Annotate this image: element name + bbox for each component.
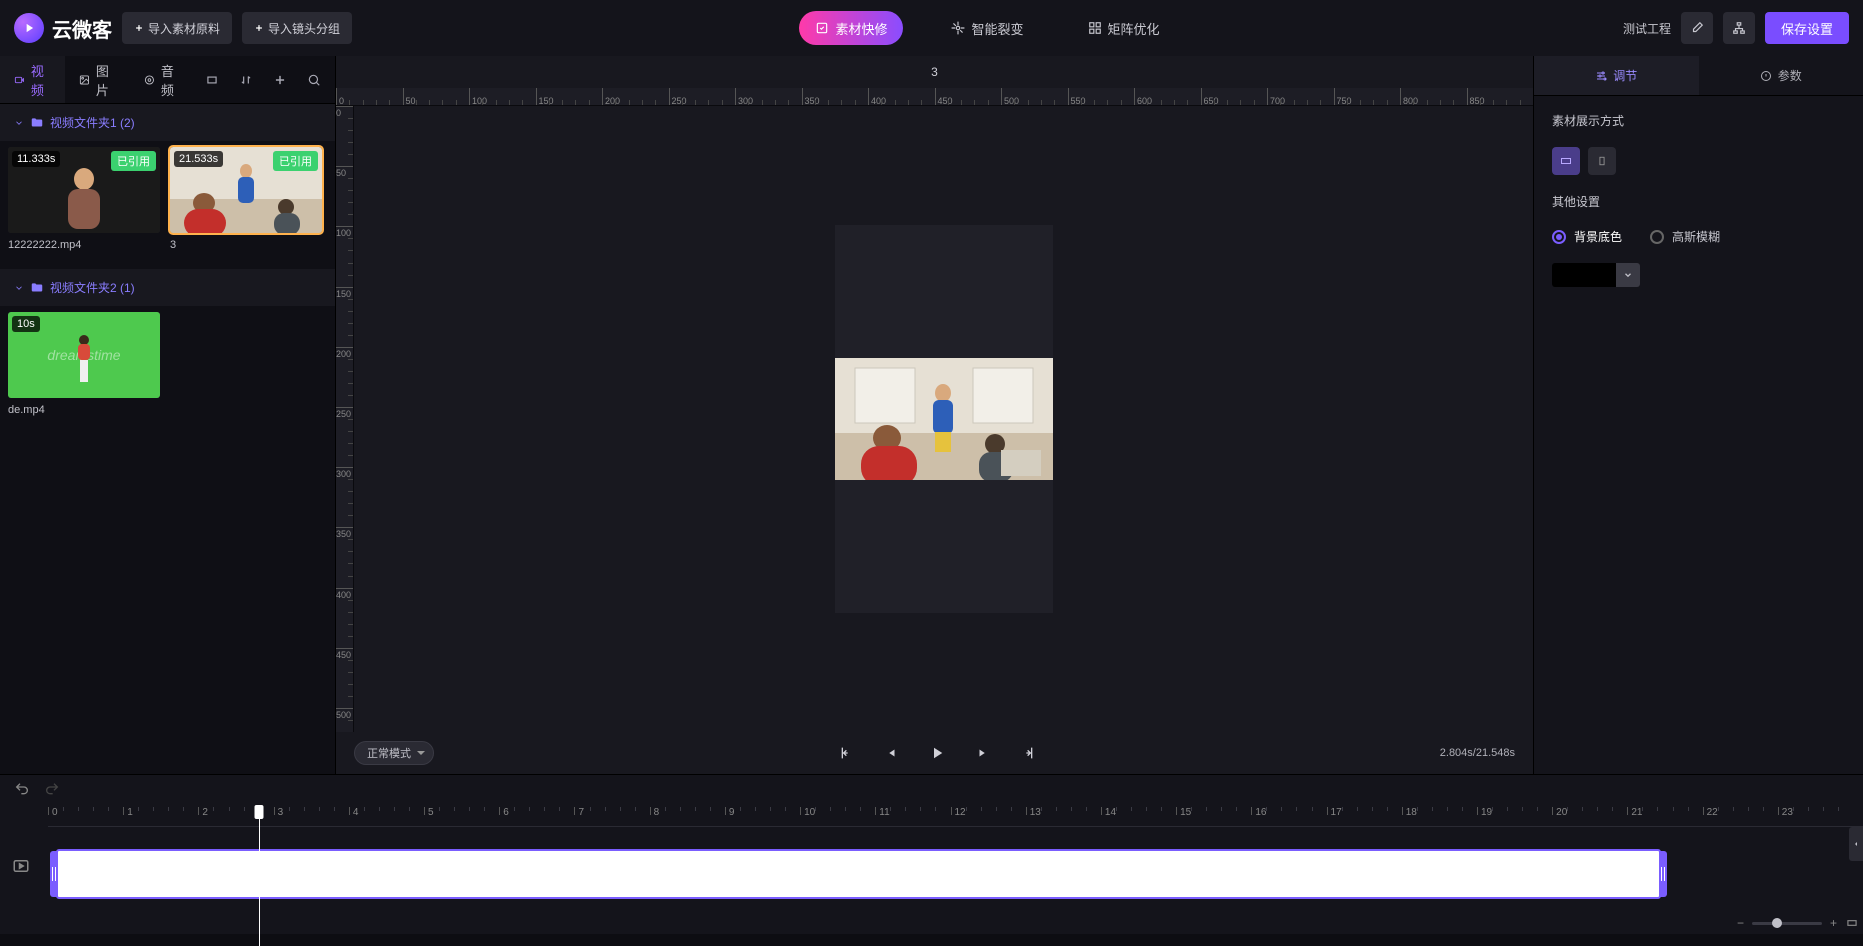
display-fill-option[interactable]: [1588, 147, 1616, 175]
import-material-button[interactable]: 导入素材原料: [122, 12, 232, 44]
canvas-controls: 正常模式 2.804s/21.548s: [336, 732, 1533, 774]
playhead[interactable]: [254, 805, 263, 819]
project-name: 测试工程: [1623, 20, 1671, 37]
duration-badge: 11.333s: [12, 151, 60, 167]
mode-quick-edit[interactable]: 素材快修: [799, 11, 903, 45]
zoom-out-button[interactable]: −: [1737, 916, 1744, 930]
redo-button[interactable]: [44, 781, 64, 801]
thumb-name: 3: [170, 239, 322, 251]
clip-handle-left[interactable]: [50, 851, 58, 897]
video-stage[interactable]: [835, 225, 1053, 613]
timeline-main[interactable]: 01234567891011121314151617181920212223: [48, 807, 1863, 934]
timeline-tracks[interactable]: [48, 827, 1863, 849]
duration-badge: 21.533s: [174, 151, 223, 167]
properties-panel: 调节 参数 素材展示方式 其他设置 背景底色: [1533, 56, 1863, 774]
edit-project-button[interactable]: [1681, 12, 1713, 44]
mode-smart-split[interactable]: 智能裂变: [935, 11, 1039, 45]
canvas-title: 3: [336, 56, 1533, 88]
save-button[interactable]: 保存设置: [1765, 12, 1849, 44]
sort-tool-button[interactable]: [231, 65, 261, 95]
duration-badge: 10s: [12, 316, 40, 332]
canvas-panel: 3 05010015020025030035040045050055060065…: [336, 56, 1533, 774]
asset-folder-header[interactable]: 视频文件夹2 (1): [0, 269, 335, 306]
asset-tabs: 视频 图片 音频: [0, 56, 335, 104]
asset-thumbs: 11.333s 已引用 12222222.mp4 21.533s 已引用 3: [0, 141, 335, 269]
canvas-area[interactable]: [354, 106, 1533, 732]
app-logo: 云微客: [14, 13, 112, 43]
timeline-body: 01234567891011121314151617181920212223 −…: [0, 807, 1863, 934]
timeline-ruler[interactable]: 01234567891011121314151617181920212223: [48, 807, 1863, 827]
radio-bg-color[interactable]: 背景底色: [1552, 228, 1622, 245]
tab-params[interactable]: 参数: [1699, 56, 1863, 95]
logo-mark-icon: [14, 13, 44, 43]
vertical-ruler[interactable]: 050100150200250300350400450500: [336, 106, 354, 732]
aspect-tool-button[interactable]: [197, 65, 227, 95]
thumb-name: de.mp4: [8, 404, 160, 416]
bg-color-picker[interactable]: [1552, 263, 1845, 287]
thumb-name: 12222222.mp4: [8, 239, 160, 251]
trim-in-button[interactable]: [836, 744, 854, 762]
bg-radio-group: 背景底色 高斯模糊: [1552, 228, 1845, 245]
zoom-fit-button[interactable]: [1845, 916, 1859, 930]
timeline-tools: [0, 775, 1863, 807]
add-tool-button[interactable]: [265, 65, 295, 95]
asset-thumb[interactable]: dreamstime10sde.mp4: [8, 312, 160, 416]
prev-frame-button[interactable]: [882, 744, 900, 762]
structure-button[interactable]: [1723, 12, 1755, 44]
search-tool-button[interactable]: [299, 65, 329, 95]
undo-button[interactable]: [14, 781, 34, 801]
timecode: 2.804s/21.548s: [1440, 747, 1515, 759]
mode-matrix-opt[interactable]: 矩阵优化: [1072, 11, 1176, 45]
display-mode-label: 素材展示方式: [1552, 112, 1845, 129]
track-header: [0, 807, 48, 934]
next-frame-button[interactable]: [974, 744, 992, 762]
trim-out-button[interactable]: [1020, 744, 1038, 762]
video-frame: [835, 358, 1053, 480]
zoom-slider[interactable]: [1752, 922, 1822, 925]
tab-video[interactable]: 视频: [0, 56, 65, 103]
timeline-collapse-button[interactable]: [1849, 827, 1863, 861]
radio-dot-icon: [1650, 230, 1664, 244]
horizontal-ruler[interactable]: 0501001502002503003504004505005506006507…: [336, 88, 1533, 106]
display-fit-option[interactable]: [1552, 147, 1580, 175]
asset-thumb[interactable]: 21.533s 已引用 3: [170, 147, 322, 251]
display-mode-select[interactable]: 正常模式: [354, 741, 434, 765]
asset-thumb[interactable]: 11.333s 已引用 12222222.mp4: [8, 147, 160, 251]
display-options: [1552, 147, 1845, 175]
app-name: 云微客: [52, 14, 112, 43]
timeline-zoom: − +: [1737, 916, 1859, 930]
app-header: 云微客 导入素材原料 导入镜头分组 素材快修 智能裂变 矩阵优化 测试工程 保存…: [0, 0, 1863, 56]
asset-thumbs: dreamstime10sde.mp4: [0, 306, 335, 434]
color-dropdown-button[interactable]: [1616, 263, 1640, 287]
video-track-icon[interactable]: [12, 857, 36, 881]
asset-panel: 视频 图片 音频 视频文件夹1 (2) 11.333s 已引用 12222222.mp…: [0, 56, 336, 774]
radio-dot-icon: [1552, 230, 1566, 244]
used-badge: 已引用: [273, 151, 318, 171]
asset-folder-header[interactable]: 视频文件夹1 (2): [0, 104, 335, 141]
props-content: 素材展示方式 其他设置 背景底色 高斯模糊: [1534, 96, 1863, 303]
used-badge: 已引用: [111, 151, 156, 171]
clip-handle-right[interactable]: [1659, 851, 1667, 897]
mode-switch: 素材快修 智能裂变 矩阵优化: [362, 11, 1613, 45]
main-area: 视频 图片 音频 视频文件夹1 (2) 11.333s 已引用 12222222.mp…: [0, 56, 1863, 774]
tab-image[interactable]: 图片: [65, 56, 130, 103]
other-settings-label: 其他设置: [1552, 193, 1845, 210]
zoom-in-button[interactable]: +: [1830, 916, 1837, 930]
timeline-clip[interactable]: [56, 849, 1661, 899]
play-button[interactable]: [928, 744, 946, 762]
tab-audio[interactable]: 音频: [130, 56, 195, 103]
header-right: 测试工程 保存设置: [1623, 12, 1849, 44]
asset-tools: [195, 65, 335, 95]
props-tabs: 调节 参数: [1534, 56, 1863, 96]
import-lens-button[interactable]: 导入镜头分组: [242, 12, 352, 44]
tab-adjust[interactable]: 调节: [1534, 56, 1699, 95]
timeline-panel: 01234567891011121314151617181920212223 −…: [0, 774, 1863, 934]
color-swatch: [1552, 263, 1616, 287]
radio-gaussian-blur[interactable]: 高斯模糊: [1650, 228, 1720, 245]
